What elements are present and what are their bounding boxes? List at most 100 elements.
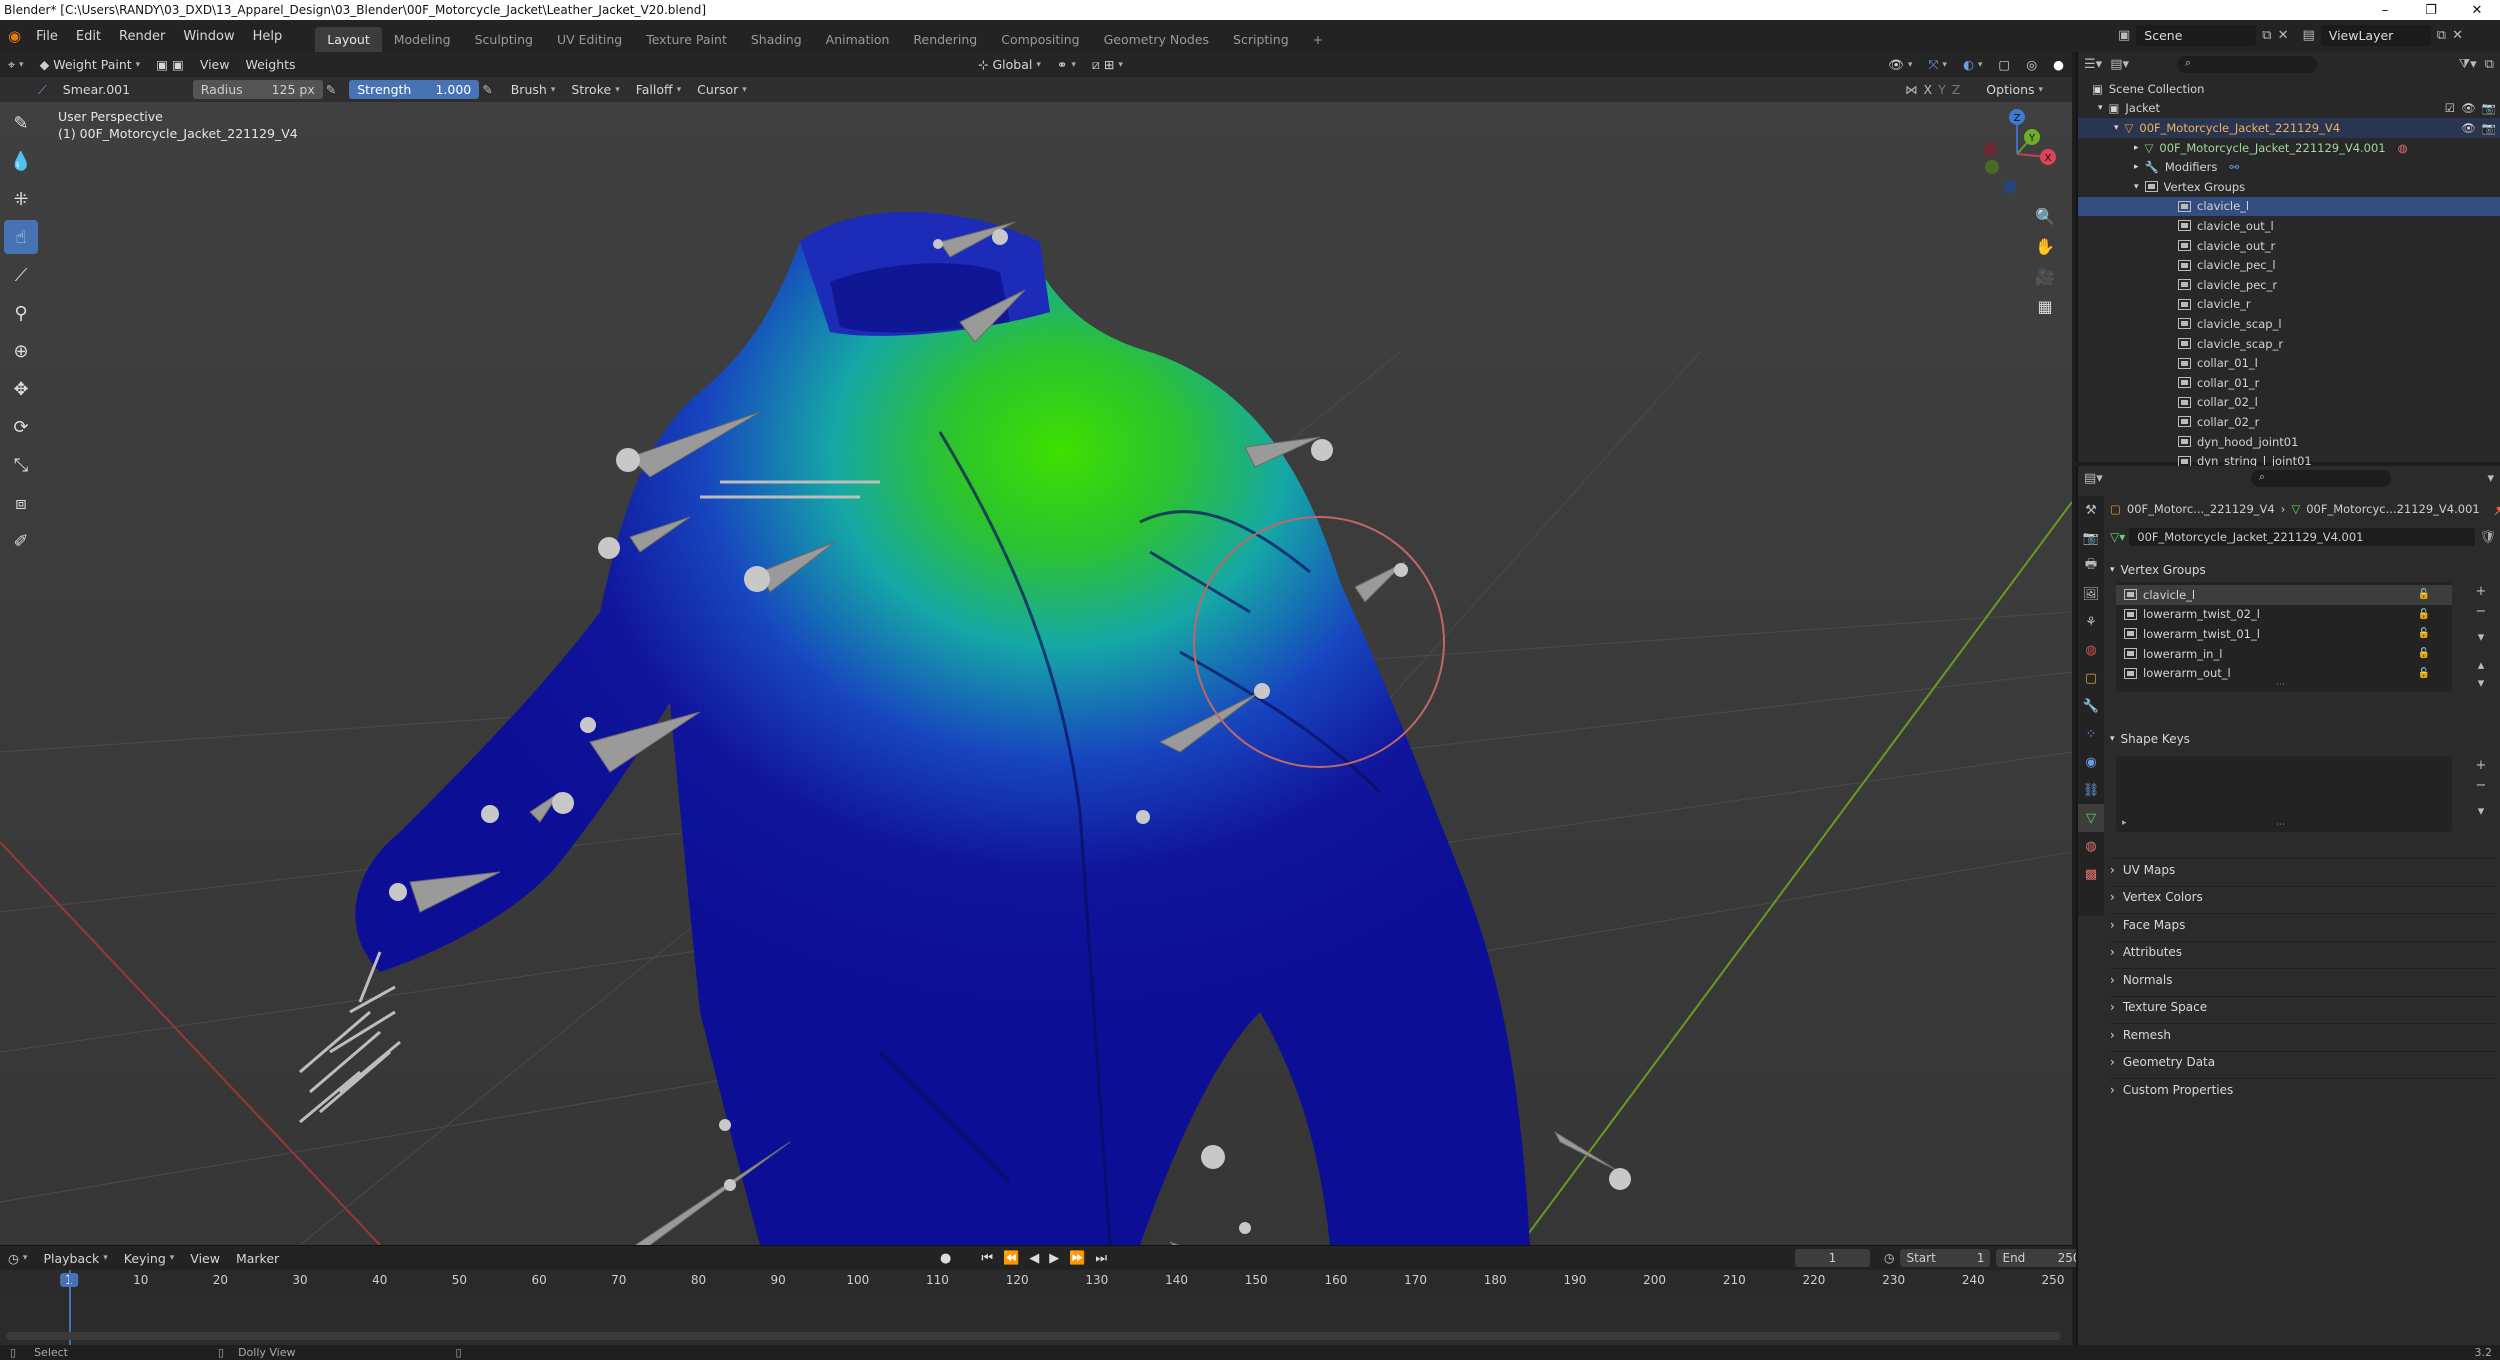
record-icon[interactable]: ● xyxy=(940,1251,951,1266)
mask-toggle-icon[interactable]: ▣ ▣ xyxy=(148,55,192,74)
output-tab-icon[interactable]: 🖶 xyxy=(2078,552,2104,580)
new-collection-icon[interactable]: ⧉ xyxy=(2485,57,2494,72)
outliner-vertex-group-row[interactable]: clavicle_pec_r xyxy=(2078,275,2500,295)
editor-type-button[interactable]: ⌖ ▾ xyxy=(0,55,32,75)
stroke-menu[interactable]: Stroke ▾ xyxy=(563,80,627,99)
cursor-tool-icon[interactable]: ⊕ xyxy=(4,334,38,368)
snap-icon[interactable]: ⧄ ⊞ ▾ xyxy=(1084,55,1131,75)
material-tab-icon[interactable]: ◍ xyxy=(2078,832,2104,860)
remove-scene-icon[interactable]: ✕ xyxy=(2278,28,2289,43)
outliner-vertex-group-row[interactable]: clavicle_scap_l xyxy=(2078,314,2500,334)
mode-dropdown[interactable]: ◆ Weight Paint ▾ xyxy=(32,55,149,74)
collapsed-panel-header[interactable]: › Custom Properties xyxy=(2110,1078,2496,1100)
mesh-name-field[interactable]: 00F_Motorcycle_Jacket_221129_V4.001 xyxy=(2129,528,2476,546)
timeline-editor-type-icon[interactable]: ◷ ▾ xyxy=(0,1249,35,1268)
tab-sculpting[interactable]: Sculpting xyxy=(463,27,545,52)
strength-slider[interactable]: Strength 1.000 xyxy=(349,80,480,99)
tab-uv-editing[interactable]: UV Editing xyxy=(545,27,634,52)
vertex-group-list-item[interactable]: lowerarm_twist_01_l 🔓 xyxy=(2116,624,2452,644)
pivot-icon[interactable]: ⚭ ▾ xyxy=(1049,55,1084,74)
eye-icon[interactable]: 👁 xyxy=(2461,101,2476,115)
mirror-x-toggle[interactable]: X xyxy=(1924,82,1933,97)
expand-arrow-icon[interactable]: ▾ xyxy=(2114,123,2119,133)
list-resize-handle[interactable]: ⋯ xyxy=(2276,820,2285,830)
tab-shading[interactable]: Shading xyxy=(739,27,814,52)
annotate-tool-icon[interactable]: ✐ xyxy=(4,524,38,558)
material-icon[interactable]: ◍ xyxy=(2398,141,2408,155)
outliner-search-field[interactable]: ⌕ xyxy=(2177,56,2317,73)
move-tool-icon[interactable]: ✥ xyxy=(4,372,38,406)
properties-options-icon[interactable]: ▾ xyxy=(2487,471,2494,486)
camera-view-icon[interactable]: 🎥 xyxy=(2030,262,2060,290)
collapsed-panel-header[interactable]: › Face Maps xyxy=(2110,913,2496,935)
list-resize-handle[interactable]: ⋯ xyxy=(2276,680,2285,690)
end-frame-field[interactable]: End 250 xyxy=(1996,1249,2087,1267)
expand-arrow-icon[interactable]: ▾ xyxy=(2134,182,2139,192)
next-keyframe-icon[interactable]: ⏩ xyxy=(1069,1251,1085,1266)
tab-scripting[interactable]: Scripting xyxy=(1221,27,1301,52)
falloff-menu[interactable]: Falloff ▾ xyxy=(628,80,689,99)
playback-menu[interactable]: Playback ▾ xyxy=(35,1249,115,1268)
new-scene-icon[interactable]: ⧉ xyxy=(2262,28,2271,43)
tab-geometry-nodes[interactable]: Geometry Nodes xyxy=(1092,27,1221,52)
scene-selector[interactable]: Scene xyxy=(2136,25,2257,46)
tab-texture-paint[interactable]: Texture Paint xyxy=(634,27,739,52)
render-tab-icon[interactable]: 📷 xyxy=(2078,524,2104,552)
add-shape-key-button[interactable]: + xyxy=(2472,756,2490,774)
outliner-vertex-group-row[interactable]: collar_01_l xyxy=(2078,353,2500,373)
rotate-tool-icon[interactable]: ⟳ xyxy=(4,410,38,444)
weights-menu[interactable]: Weights xyxy=(237,55,303,74)
add-vertex-group-button[interactable]: + xyxy=(2472,582,2490,600)
outliner-vertex-group-row[interactable]: collar_02_l xyxy=(2078,393,2500,413)
expand-arrow-icon[interactable]: ▸ xyxy=(2134,162,2139,172)
smear-tool-icon[interactable]: ☝ xyxy=(4,220,38,254)
remove-view-layer-icon[interactable]: ✕ xyxy=(2452,28,2463,43)
menu-window[interactable]: Window xyxy=(174,29,243,44)
view-layer-tab-icon[interactable]: 🖼 xyxy=(2078,580,2104,608)
collapsed-panel-header[interactable]: › Normals xyxy=(2110,968,2496,990)
radius-pressure-icon[interactable]: ✎ xyxy=(326,82,336,97)
lock-icon[interactable]: 🔓 xyxy=(2418,648,2430,659)
timeline-ruler[interactable]: 1102030405060708090100110120130140150160… xyxy=(0,1270,2072,1292)
marker-menu[interactable]: Marker xyxy=(228,1249,287,1268)
eye-icon[interactable]: 👁 xyxy=(2461,121,2476,135)
xray-toggle-icon[interactable]: ▢ xyxy=(1990,55,2018,74)
physics-tab-icon[interactable]: ◉ xyxy=(2078,748,2104,776)
prev-keyframe-icon[interactable]: ⏪ xyxy=(1003,1251,1019,1266)
move-up-button[interactable]: ▴ xyxy=(2472,656,2490,674)
exclude-checkbox[interactable]: ☑ xyxy=(2445,101,2455,115)
remove-vertex-group-button[interactable]: − xyxy=(2472,602,2490,620)
brush-menu[interactable]: Brush ▾ xyxy=(503,80,564,99)
overlay-toggle-icon[interactable]: ◐ ▾ xyxy=(1955,55,1990,74)
mirror-z-toggle[interactable]: Z xyxy=(1952,82,1961,97)
outliner-vertex-group-row[interactable]: clavicle_r xyxy=(2078,295,2500,315)
menu-edit[interactable]: Edit xyxy=(67,29,110,44)
properties-editor-type-icon[interactable]: ▤▾ xyxy=(2084,471,2103,486)
shape-keys-panel-header[interactable]: ▾ Shape Keys xyxy=(2110,728,2496,750)
play-icon[interactable]: ▶ xyxy=(1049,1251,1059,1266)
jacket-collection-row[interactable]: ▾ ▣ Jacket ☑ 👁 📷 xyxy=(2078,99,2500,119)
radius-slider[interactable]: Radius 125 px xyxy=(192,80,323,99)
list-expand-arrow-icon[interactable]: ▸ xyxy=(2122,818,2127,828)
current-frame-field[interactable]: 1 xyxy=(1795,1249,1870,1267)
scene-tab-icon[interactable]: ⚘ xyxy=(2078,608,2104,636)
lock-icon[interactable]: 🔓 xyxy=(2418,628,2430,639)
average-tool-icon[interactable]: ⁜ xyxy=(4,182,38,216)
ortho-grid-icon[interactable]: ▦ xyxy=(2030,292,2060,320)
display-mode-icon[interactable]: ▤▾ xyxy=(2110,57,2129,72)
outliner-vertex-group-row[interactable]: collar_01_r xyxy=(2078,373,2500,393)
view-layer-selector[interactable]: ViewLayer xyxy=(2320,25,2431,46)
collapsed-panel-header[interactable]: › UV Maps xyxy=(2110,858,2496,880)
modifier-tab-icon[interactable]: 🔧 xyxy=(2078,692,2104,720)
fake-user-icon[interactable]: 🛡 xyxy=(2479,530,2496,545)
tool-tab-icon[interactable]: ⚒ xyxy=(2078,496,2104,524)
tab-animation[interactable]: Animation xyxy=(814,27,902,52)
shading-solid-icon[interactable]: ● xyxy=(2045,55,2072,74)
tab-compositing[interactable]: Compositing xyxy=(989,27,1091,52)
scale-tool-icon[interactable]: ⤡ xyxy=(4,448,38,482)
particles-tab-icon[interactable]: ⁘ xyxy=(2078,720,2104,748)
lock-icon[interactable]: 🔓 xyxy=(2418,609,2430,620)
tab-layout[interactable]: Layout xyxy=(315,27,382,52)
camera-icon[interactable]: 📷 xyxy=(2482,101,2496,115)
strength-pressure-icon[interactable]: ✎ xyxy=(482,82,492,97)
